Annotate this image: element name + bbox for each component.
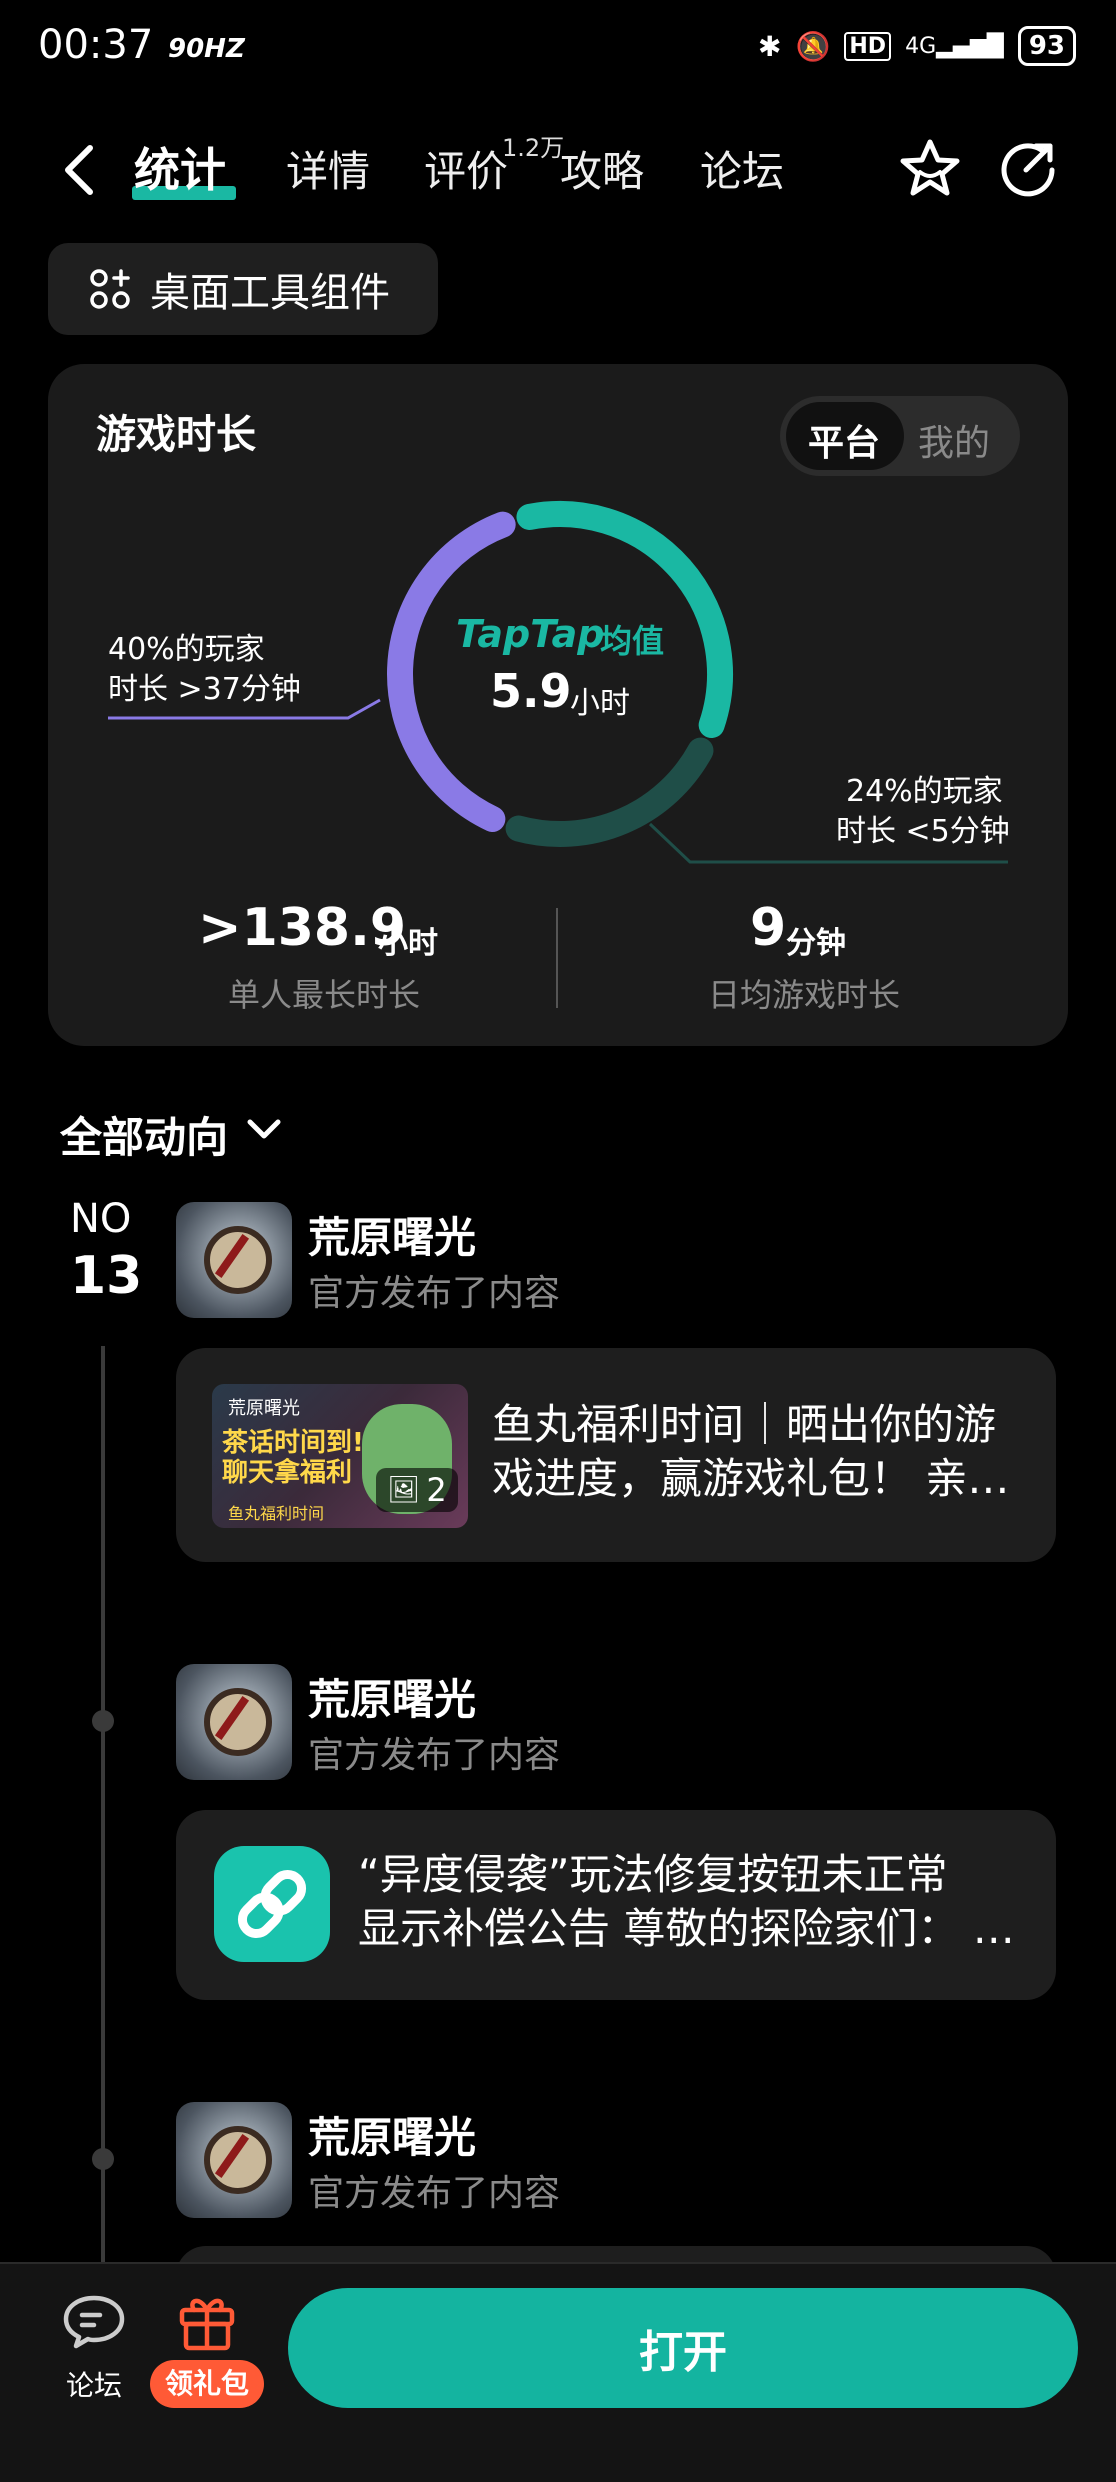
tab-reviews[interactable]: 评价 — [424, 138, 508, 199]
post-author[interactable]: 荒原曙光 — [308, 1204, 476, 1265]
status-icons: ✱ 🔕 HD 4G▂▄▆█ 93 — [758, 26, 1076, 66]
taptap-logo: TapTap — [456, 612, 605, 656]
battery-icon: 93 — [1017, 26, 1076, 66]
forum-chat-icon[interactable] — [62, 2294, 126, 2350]
hd-icon: HD — [844, 31, 892, 61]
average-hours-value: 5.9 — [490, 664, 572, 718]
post-text-line2: 戏进度，赢游戏礼包！ 亲… — [492, 1454, 1010, 1503]
thumbnail-text-line1: 茶话时间到! — [222, 1428, 364, 1458]
long-players-duration: 时长 >37分钟 — [108, 672, 301, 707]
tab-stats[interactable]: 统计 — [134, 134, 226, 200]
tab-forum[interactable]: 论坛 — [700, 138, 784, 199]
widget-grid-icon — [90, 269, 130, 309]
mute-bell-icon: 🔕 — [795, 29, 831, 63]
stat-divider — [556, 908, 558, 1008]
open-game-button[interactable]: 打开 — [288, 2288, 1078, 2408]
image-count: 2 — [426, 1471, 447, 1509]
timeline-dot — [92, 1710, 114, 1732]
playtime-title: 游戏时长 — [96, 412, 256, 458]
refresh-rate: 90HZ — [168, 34, 245, 64]
tab-guides[interactable]: 攻略 — [560, 138, 644, 199]
game-avatar[interactable] — [176, 1664, 292, 1780]
daily-playtime-caption: 日均游戏时长 — [708, 976, 901, 1014]
post-subtitle: 官方发布了内容 — [308, 2173, 561, 2214]
image-icon: 🖼 — [387, 1475, 421, 1505]
post-text-line2: 显示补偿公告 尊敬的探险家们： … — [358, 1904, 1015, 1953]
feed-filter-dropdown[interactable]: 全部动向 — [60, 1104, 228, 1165]
post-text-line1: 鱼丸福利时间｜晒出你的游 — [492, 1400, 997, 1449]
donut-segment-long — [387, 511, 516, 833]
thumbnail-game-title: 荒原曙光 — [228, 1398, 300, 1419]
daily-playtime-value: 9 — [750, 898, 787, 958]
bluetooth-icon: ✱ — [758, 29, 782, 63]
average-hours-unit: 小时 — [570, 686, 630, 721]
short-players-percent: 24%的玩家 — [846, 774, 1003, 809]
thumbnail-text: 茶话时间到! 聊天拿福利 — [222, 1428, 364, 1488]
thumbnail-text-line2: 聊天拿福利 — [222, 1458, 353, 1488]
post-subtitle: 官方发布了内容 — [308, 1735, 561, 1776]
widget-button-label: 桌面工具组件 — [150, 270, 390, 316]
desktop-widget-button[interactable]: 桌面工具组件 — [48, 243, 438, 335]
post-text-line1: “异度侵袭”玩法修复按钮未正常 — [358, 1850, 948, 1899]
tab-details[interactable]: 详情 — [286, 138, 370, 199]
long-players-percent: 40%的玩家 — [108, 632, 265, 667]
share-icon[interactable] — [998, 138, 1058, 198]
signal-icon: 4G▂▄▆█ — [905, 33, 1004, 59]
forum-label[interactable]: 论坛 — [66, 2364, 122, 2404]
post-author[interactable]: 荒原曙光 — [308, 1666, 476, 1727]
post-author[interactable]: 荒原曙光 — [308, 2104, 476, 2165]
network-type: 4G — [905, 33, 937, 59]
gift-icon[interactable] — [176, 2290, 238, 2352]
max-playtime-value: >138.9 — [198, 898, 407, 958]
toggle-platform-label: 平台 — [808, 423, 881, 464]
timeline-dot — [92, 2148, 114, 2170]
short-players-duration: 时长 <5分钟 — [836, 814, 1010, 849]
post-thumbnail[interactable]: 荒原曙光 茶话时间到! 聊天拿福利 鱼丸福利时间 🖼 2 — [212, 1384, 468, 1528]
max-playtime-caption: 单人最长时长 — [228, 976, 421, 1014]
donut-segment-short — [505, 737, 714, 847]
favorite-star-icon[interactable] — [898, 136, 962, 200]
image-count-badge: 🖼 2 — [376, 1468, 458, 1512]
daily-playtime-unit: 分钟 — [786, 926, 846, 961]
review-count-badge: 1.2万 — [502, 134, 565, 162]
max-playtime-unit: 小时 — [378, 926, 438, 961]
claim-gift-button[interactable]: 领礼包 — [150, 2360, 264, 2408]
status-bar: 00:37 90HZ ✱ 🔕 HD 4G▂▄▆█ 93 — [0, 0, 1116, 100]
toggle-mine-label[interactable]: 我的 — [918, 414, 990, 466]
game-avatar[interactable] — [176, 1202, 292, 1318]
chevron-down-icon[interactable] — [244, 1114, 284, 1144]
thumbnail-tag: 鱼丸福利时间 — [228, 1504, 325, 1523]
link-icon — [214, 1846, 330, 1962]
taptap-average-label: 均值 — [600, 622, 665, 660]
game-avatar[interactable] — [176, 2102, 292, 2218]
back-icon[interactable] — [60, 140, 100, 200]
post-subtitle: 官方发布了内容 — [308, 1273, 561, 1314]
status-time: 00:37 — [38, 22, 154, 68]
rank-label: NO — [70, 1196, 132, 1242]
rank-number: 13 — [70, 1246, 143, 1306]
